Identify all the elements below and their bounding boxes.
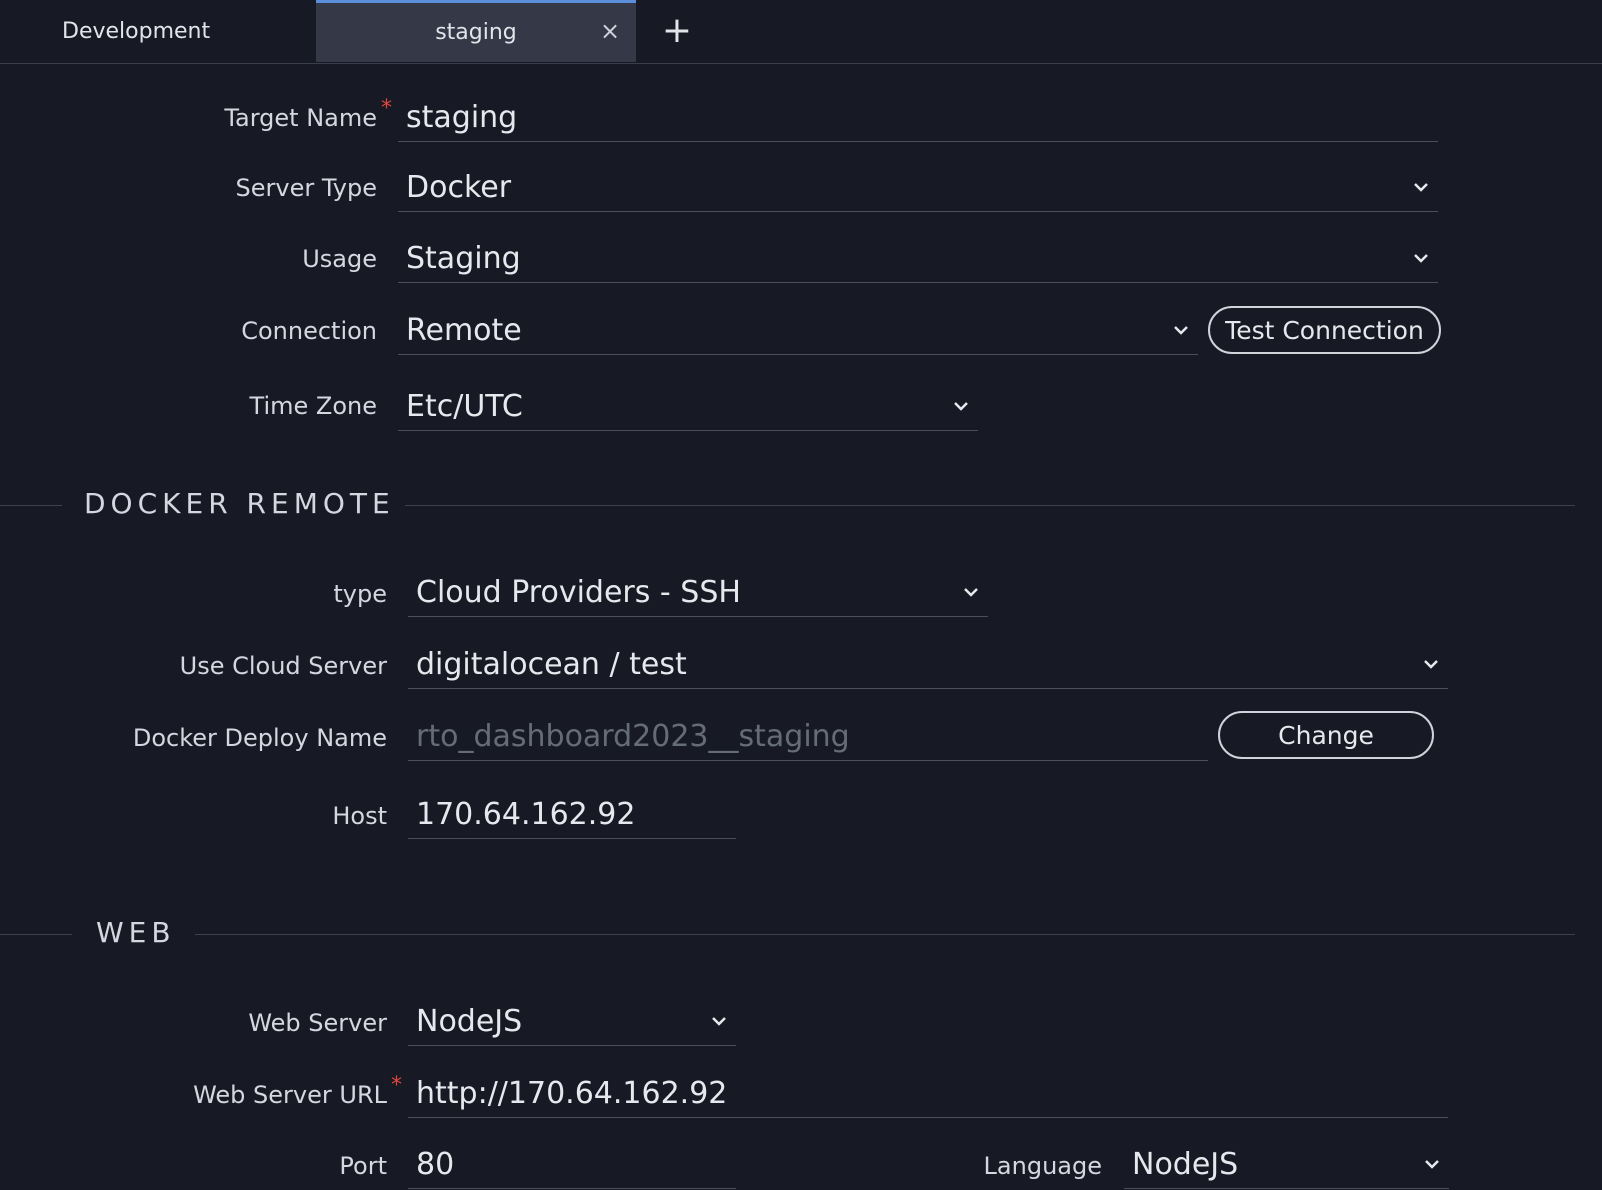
cloud-server-label: Use Cloud Server bbox=[179, 652, 387, 680]
target-name-label: Target Name bbox=[224, 104, 377, 132]
chevron-down-icon bbox=[1414, 183, 1428, 192]
web-server-url-value: http://170.64.162.92 bbox=[416, 1076, 728, 1111]
web-server-url-input[interactable]: http://170.64.162.92 bbox=[408, 1072, 1448, 1118]
chevron-down-icon bbox=[712, 1017, 726, 1026]
web-section-title: WEB bbox=[96, 916, 176, 949]
chevron-down-icon bbox=[1174, 326, 1188, 335]
docker-type-select[interactable]: Cloud Providers - SSH bbox=[408, 571, 988, 617]
section-divider bbox=[195, 934, 1575, 935]
language-label: Language bbox=[983, 1152, 1102, 1180]
server-type-value: Docker bbox=[406, 170, 512, 205]
server-type-label: Server Type bbox=[235, 174, 377, 202]
deploy-name-input[interactable]: rto_dashboard2023__staging bbox=[408, 715, 1208, 761]
usage-label: Usage bbox=[302, 245, 377, 273]
tab-label: Development bbox=[62, 18, 211, 44]
usage-select[interactable]: Staging bbox=[398, 237, 1438, 283]
language-value: NodeJS bbox=[1132, 1147, 1239, 1182]
chevron-down-icon bbox=[1425, 1160, 1439, 1169]
add-tab-icon[interactable]: + bbox=[660, 13, 694, 49]
tab-bar: Development staging × + bbox=[0, 0, 1602, 64]
change-button[interactable]: Change bbox=[1218, 711, 1434, 759]
port-label: Port bbox=[339, 1152, 387, 1180]
tab-staging[interactable]: staging bbox=[316, 0, 636, 62]
language-select[interactable]: NodeJS bbox=[1124, 1143, 1449, 1189]
port-input[interactable]: 80 bbox=[408, 1143, 736, 1189]
web-server-label: Web Server bbox=[248, 1009, 387, 1037]
host-input[interactable]: 170.64.162.92 bbox=[408, 793, 736, 839]
close-icon[interactable]: × bbox=[595, 14, 625, 48]
server-type-select[interactable]: Docker bbox=[398, 166, 1438, 212]
required-marker: * bbox=[381, 96, 392, 121]
docker-type-value: Cloud Providers - SSH bbox=[416, 575, 741, 610]
web-server-value: NodeJS bbox=[416, 1004, 523, 1039]
section-divider bbox=[0, 934, 72, 935]
section-divider bbox=[405, 505, 1575, 506]
usage-value: Staging bbox=[406, 241, 521, 276]
tab-development[interactable]: Development bbox=[0, 0, 316, 62]
section-divider bbox=[0, 505, 62, 506]
cloud-server-value: digitalocean / test bbox=[416, 647, 687, 682]
web-server-select[interactable]: NodeJS bbox=[408, 1000, 736, 1046]
port-value: 80 bbox=[416, 1147, 455, 1182]
time-zone-label: Time Zone bbox=[249, 392, 377, 420]
test-connection-button[interactable]: Test Connection bbox=[1208, 306, 1441, 354]
connection-label: Connection bbox=[241, 317, 377, 345]
deploy-name-label: Docker Deploy Name bbox=[132, 724, 387, 752]
chevron-down-icon bbox=[964, 588, 978, 597]
chevron-down-icon bbox=[1424, 660, 1438, 669]
deploy-name-placeholder: rto_dashboard2023__staging bbox=[416, 719, 850, 754]
chevron-down-icon bbox=[954, 402, 968, 411]
target-name-value: staging bbox=[406, 100, 518, 135]
required-marker: * bbox=[391, 1073, 402, 1098]
target-name-input[interactable]: staging bbox=[398, 96, 1438, 142]
web-server-url-label: Web Server URL bbox=[193, 1081, 387, 1109]
docker-type-label: type bbox=[333, 580, 387, 608]
time-zone-select[interactable]: Etc/UTC bbox=[398, 385, 978, 431]
connection-select[interactable]: Remote bbox=[398, 309, 1198, 355]
connection-value: Remote bbox=[406, 313, 522, 348]
tab-label: staging bbox=[435, 20, 517, 45]
host-value: 170.64.162.92 bbox=[416, 797, 636, 832]
time-zone-value: Etc/UTC bbox=[406, 389, 523, 424]
docker-remote-section-title: DOCKER REMOTE bbox=[84, 487, 395, 520]
chevron-down-icon bbox=[1414, 254, 1428, 263]
host-label: Host bbox=[332, 802, 387, 830]
cloud-server-select[interactable]: digitalocean / test bbox=[408, 643, 1448, 689]
